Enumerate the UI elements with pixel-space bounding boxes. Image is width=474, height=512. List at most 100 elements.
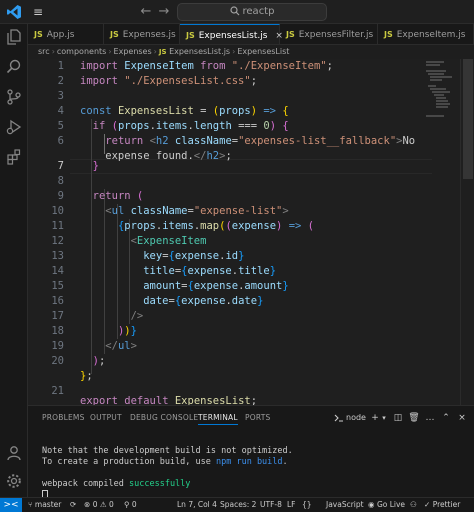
extensions-icon[interactable]: [5, 148, 23, 166]
error-count: 0: [92, 500, 98, 509]
code-line: amount={expense.amount}: [143, 280, 289, 292]
tab-debug-console[interactable]: DEBUG CONSOLE: [130, 413, 198, 422]
terminal-icon: [334, 414, 343, 422]
chevron-down-icon[interactable]: ▾: [380, 412, 388, 424]
code-line: }: [92, 160, 99, 172]
breadcrumb-item[interactable]: components: [57, 47, 106, 56]
code-line: );: [92, 355, 106, 367]
sync-icon[interactable]: ⟳: [70, 498, 76, 512]
code-line: />: [130, 310, 144, 322]
code-line: if (props.items.length === 0) {: [92, 120, 289, 132]
line-number: 11: [51, 220, 64, 232]
code-line: key={expense.id}: [143, 250, 245, 262]
remote-indicator-icon[interactable]: ><: [0, 498, 22, 512]
line-number: 16: [51, 295, 64, 307]
code-line: </ul>: [105, 340, 137, 352]
chevron-right-icon: ›: [153, 47, 157, 56]
braces-icon[interactable]: {}: [302, 498, 312, 512]
git-branch-icon: ⑂: [28, 500, 33, 509]
line-number: 21: [51, 385, 64, 397]
command-center-search[interactable]: reactp: [177, 3, 327, 21]
minimap-line: [426, 70, 446, 72]
back-arrow-icon[interactable]: ←: [138, 3, 154, 21]
account-icon[interactable]: [5, 444, 23, 462]
breadcrumb: src › components › Expenses › JS ExpensesList.…: [28, 45, 474, 59]
language-mode[interactable]: JavaScript: [326, 498, 364, 512]
double-check-icon: ✓: [424, 500, 431, 509]
code-line: import ExpenseItem from "./ExpenseItem";: [80, 60, 333, 72]
forward-arrow-icon[interactable]: →: [156, 3, 172, 21]
minimap-line: [436, 103, 450, 105]
tab-expenses-js[interactable]: JS Expenses.js: [104, 24, 180, 44]
activity-bar: [0, 24, 28, 498]
minimap-line: [436, 106, 448, 108]
line-number: 19: [51, 340, 64, 352]
split-terminal-icon[interactable]: ◫: [392, 412, 404, 424]
explorer-icon[interactable]: [5, 28, 23, 46]
menu-icon[interactable]: ≡: [30, 4, 46, 20]
tab-expenseitem-js[interactable]: JS ExpenseItem.js: [378, 24, 474, 44]
ports-indicator[interactable]: ⚲ 0: [124, 498, 137, 512]
line-number: 4: [57, 105, 64, 117]
bottom-panel: PROBLEMS OUTPUT DEBUG CONSOLE TERMINAL P…: [28, 405, 474, 500]
js-file-icon: JS: [384, 30, 393, 39]
minimap[interactable]: [426, 59, 452, 139]
tab-app-js[interactable]: JS App.js: [28, 24, 104, 44]
indentation[interactable]: Spaces: 2: [220, 498, 256, 512]
go-live-button[interactable]: ◉ Go Live: [368, 498, 405, 512]
run-debug-icon[interactable]: [5, 118, 23, 136]
tab-expenseslist-js[interactable]: JS ExpensesList.js ×: [180, 24, 283, 44]
code-line: return <h2 className="expenses-list__fal…: [105, 135, 416, 147]
chevron-right-icon: ›: [108, 47, 112, 56]
maximize-panel-icon[interactable]: ⌃: [440, 412, 452, 424]
terminal-name[interactable]: node: [346, 412, 366, 424]
code-line: ))}: [117, 325, 137, 337]
trash-icon[interactable]: 🗑: [408, 412, 420, 424]
code-line: export default ExpensesList;: [80, 395, 258, 405]
tab-terminal[interactable]: TERMINAL: [198, 413, 238, 425]
code-line: title={expense.title}: [143, 265, 277, 277]
tab-expensesfilter-js[interactable]: JS ExpensesFilter.js: [280, 24, 378, 44]
status-bar: >< ⑂ master ⟳ ⊗ 0 ⚠ 0 ⚲ 0 Ln 7, Col 4 Sp…: [0, 497, 474, 512]
prettier-button[interactable]: ✓ Prettier: [424, 498, 460, 512]
line-number: 10: [51, 205, 64, 217]
code-line: return (: [92, 190, 144, 202]
tab-problems[interactable]: PROBLEMS: [42, 413, 85, 422]
search-icon[interactable]: [5, 58, 23, 76]
close-panel-icon[interactable]: ×: [456, 412, 468, 424]
code-line: date={expense.date}: [143, 295, 264, 307]
breadcrumb-item[interactable]: ExpensesList.js: [169, 47, 230, 56]
encoding[interactable]: UTF-8: [260, 498, 282, 512]
tab-label: App.js: [46, 30, 75, 40]
minimap-line: [430, 76, 452, 78]
tab-ports[interactable]: PORTS: [245, 413, 270, 422]
terminal-text: To create a production build, use: [42, 457, 216, 467]
cursor-position[interactable]: Ln 7, Col 4: [177, 498, 217, 512]
copilot-icon[interactable]: ⚇: [410, 498, 417, 512]
settings-gear-icon[interactable]: [5, 472, 23, 490]
code-editor[interactable]: 1 2 3 4 5 6 7 8 9 10 11 12 13 14 15 16 1…: [28, 59, 474, 405]
branch-indicator[interactable]: ⑂ master: [28, 498, 61, 512]
problems-indicator[interactable]: ⊗ 0 ⚠ 0: [84, 498, 114, 512]
code-line: {props.items.map((expense) => (: [117, 220, 314, 232]
breadcrumb-item[interactable]: Expenses: [114, 47, 152, 56]
line-number: 8: [57, 175, 64, 187]
editor-scrollbar[interactable]: [460, 59, 474, 405]
breadcrumb-item[interactable]: src: [38, 47, 50, 56]
tab-output[interactable]: OUTPUT: [90, 413, 122, 422]
editor-tabs: JS App.js JS Expenses.js JS ExpensesList.js…: [28, 24, 474, 45]
line-number: 3: [57, 90, 64, 102]
source-control-icon[interactable]: [5, 88, 23, 106]
scrollbar-thumb[interactable]: [463, 59, 473, 179]
end-of-line[interactable]: LF: [287, 498, 296, 512]
breadcrumb-symbol[interactable]: ExpensesList: [237, 47, 289, 56]
add-terminal-icon[interactable]: +: [370, 412, 380, 424]
code-line: };: [80, 370, 93, 382]
minimap-line: [432, 91, 450, 93]
tab-label: ExpenseItem.js: [396, 30, 466, 40]
minimap-line: [426, 61, 444, 63]
js-file-icon: JS: [110, 30, 119, 39]
terminal-success-text: successfully: [129, 479, 191, 489]
more-actions-icon[interactable]: …: [424, 412, 436, 424]
minimap-line: [436, 100, 448, 102]
